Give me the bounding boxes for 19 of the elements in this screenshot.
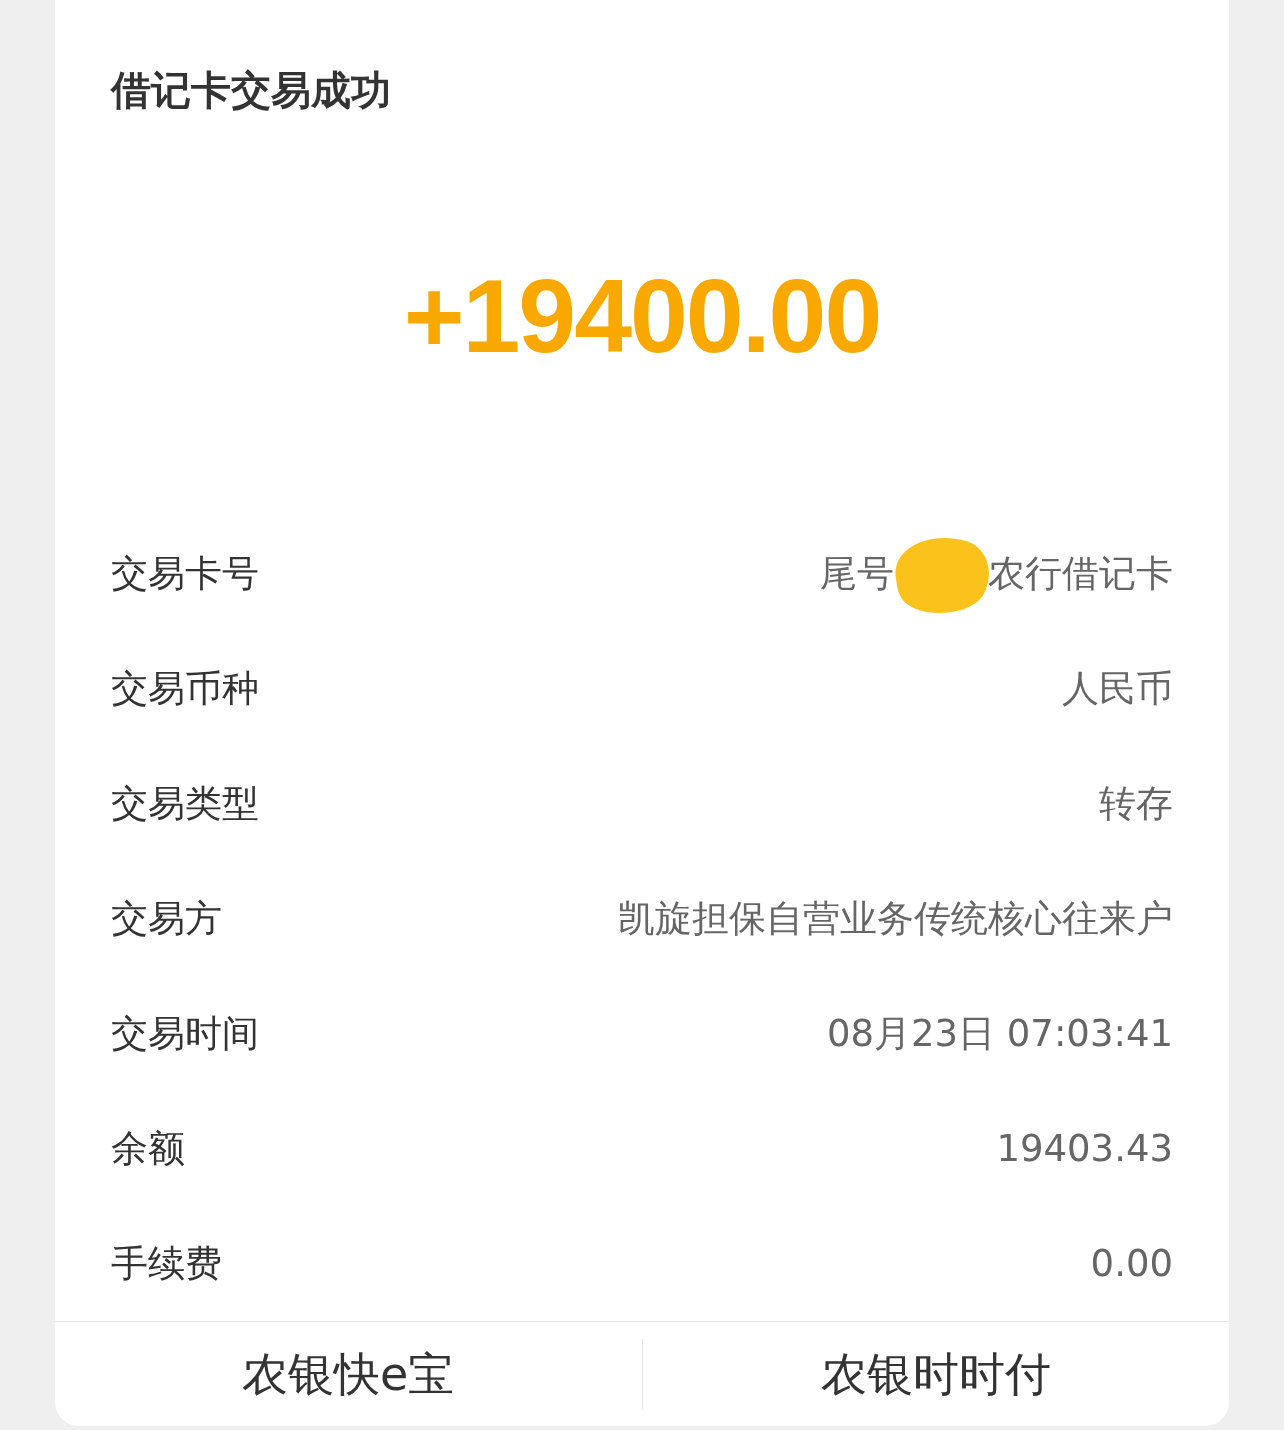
- amount: +19400.00: [403, 257, 881, 376]
- field-value: 尾号: [820, 550, 894, 597]
- field-value: 人民币: [1062, 665, 1173, 712]
- field-label: 交易方: [111, 895, 222, 942]
- action-button[interactable]: 农银时时付: [820, 1339, 1051, 1409]
- field-value: 0.00: [1090, 1240, 1173, 1287]
- field-value: 08月23日 07:03:41: [826, 1010, 1173, 1057]
- field-label: 交易时间: [111, 1010, 259, 1057]
- field-label: 交易类型: [111, 780, 259, 827]
- field-value: 凯旋担保自营业务传统核心往来户: [618, 895, 1173, 942]
- field-value: 转存: [1099, 780, 1173, 827]
- title: 借记卡交易成功: [111, 66, 391, 115]
- field-label: 交易币种: [111, 665, 259, 712]
- field-value: 19403.43: [996, 1125, 1173, 1172]
- field-label: 交易卡号: [111, 550, 259, 597]
- field-label: 手续费: [111, 1240, 222, 1287]
- field-value: 农行借记卡: [988, 550, 1173, 597]
- action-button[interactable]: 农银快e宝: [242, 1339, 455, 1409]
- field-label: 余额: [111, 1125, 185, 1172]
